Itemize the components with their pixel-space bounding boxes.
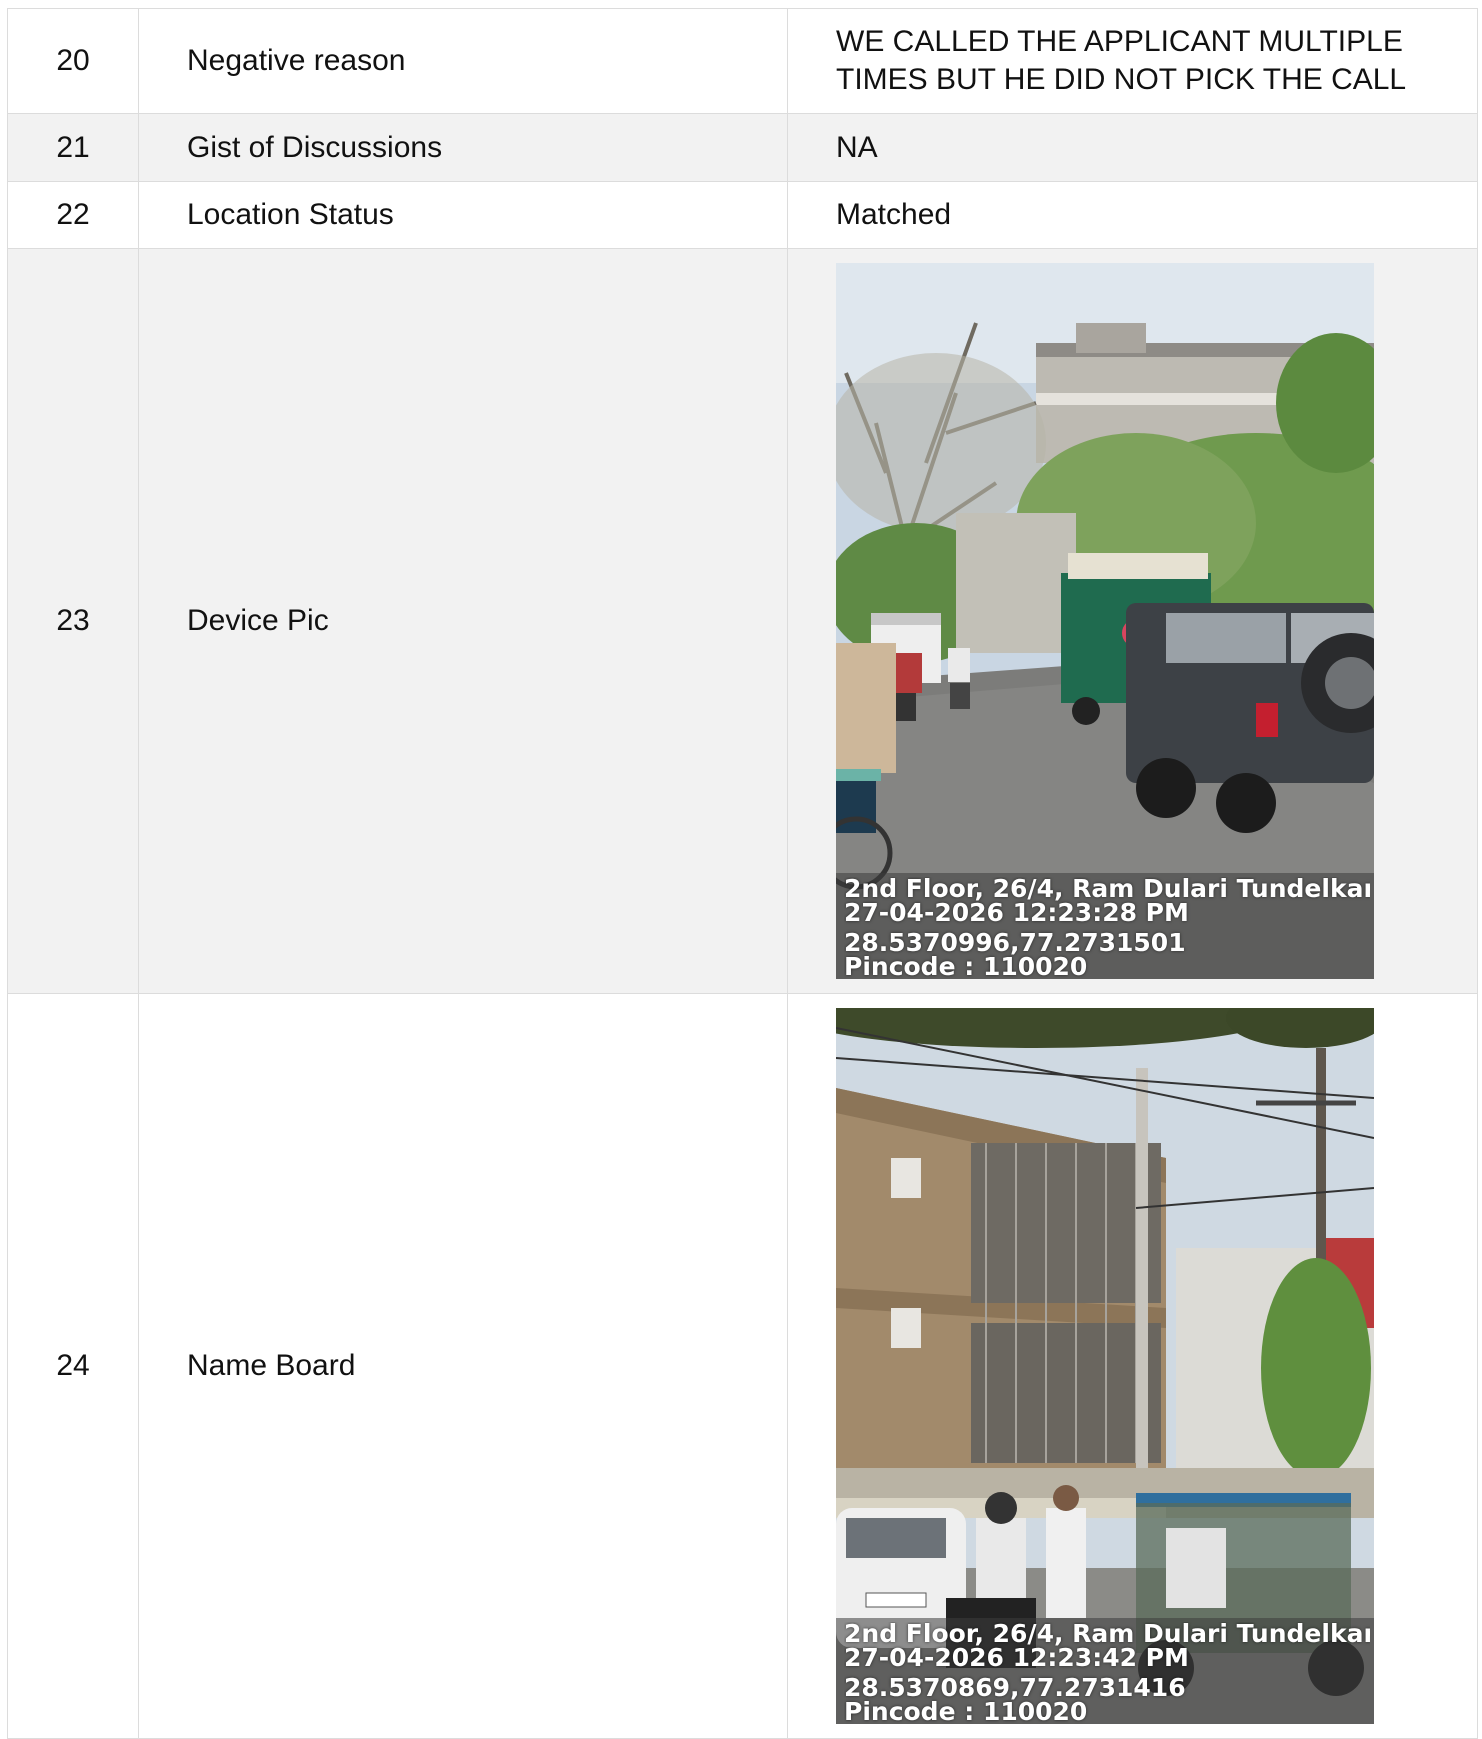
photo-datetime: 27-04-2026 12:23:42 PM (844, 1643, 1189, 1672)
field-label: Location Status (138, 181, 788, 249)
street-scene-image (836, 263, 1374, 979)
field-value: NA (787, 113, 1478, 182)
table-row: 23 Device Pic 2nd Floor, 26/4, Ram Dular… (7, 248, 1478, 994)
row-number: 24 (7, 993, 139, 1739)
table-row: 22 Location Status Matched (7, 181, 1478, 249)
field-label: Negative reason (138, 8, 788, 114)
field-label: Gist of Discussions (138, 113, 788, 182)
photo-caption: 2nd Floor, 26/4, Ram Dulari Tundelkar ..… (844, 1622, 1370, 1724)
row-number: 21 (7, 113, 139, 182)
field-value: Matched (787, 181, 1478, 249)
photo-pincode: Pincode : 110020 (844, 952, 1088, 979)
table-row: 21 Gist of Discussions NA (7, 113, 1478, 182)
field-label: Device Pic (138, 248, 788, 994)
photo-pincode: Pincode : 110020 (844, 1697, 1088, 1724)
row-number: 22 (7, 181, 139, 249)
report-table: 20 Negative reason WE CALLED THE APPLICA… (7, 8, 1478, 1739)
row-number: 23 (7, 248, 139, 994)
photo-cell: 2nd Floor, 26/4, Ram Dulari Tundelkar ..… (787, 993, 1478, 1739)
photo-cell: 2nd Floor, 26/4, Ram Dulari Tundelkar ..… (787, 248, 1478, 994)
photo-datetime: 27-04-2026 12:23:28 PM (844, 898, 1189, 927)
field-value: WE CALLED THE APPLICANT MULTIPLE TIMES B… (787, 8, 1478, 114)
table-row: 24 Name Board 2nd Floor, 26/4, Ram Dular… (7, 993, 1478, 1739)
device-photo: 2nd Floor, 26/4, Ram Dulari Tundelkar ..… (836, 263, 1374, 979)
table-row: 20 Negative reason WE CALLED THE APPLICA… (7, 8, 1478, 114)
building-scene-image (836, 1008, 1374, 1724)
field-label: Name Board (138, 993, 788, 1739)
photo-caption: 2nd Floor, 26/4, Ram Dulari Tundelkar ..… (844, 877, 1370, 979)
row-number: 20 (7, 8, 139, 114)
name-board-photo: 2nd Floor, 26/4, Ram Dulari Tundelkar ..… (836, 1008, 1374, 1724)
